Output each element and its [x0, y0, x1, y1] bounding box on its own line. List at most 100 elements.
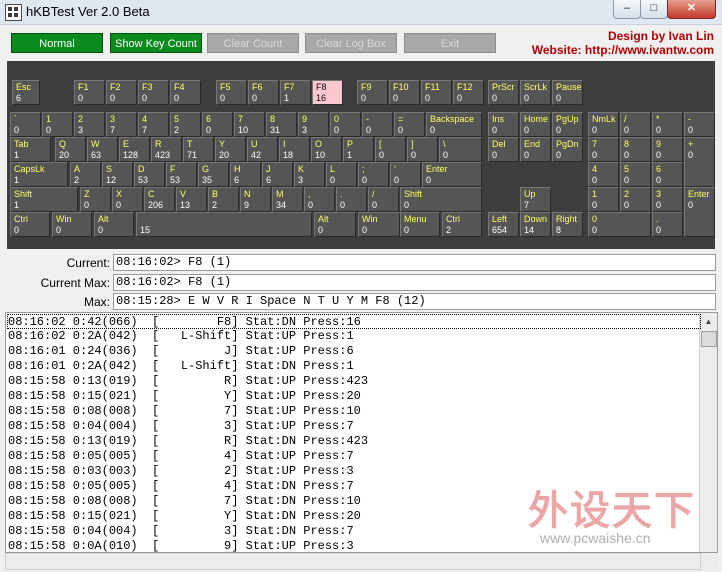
key-label: 9	[302, 114, 308, 124]
key-count: 2	[446, 225, 452, 235]
key-count: 6	[266, 175, 272, 185]
key-label: 8	[624, 139, 630, 149]
key-9: 93	[298, 112, 329, 137]
log-row[interactable]: 08:15:58 0:15(021) [ Y] Stat:UP Press:20	[8, 389, 701, 404]
log-row[interactable]: 08:15:58 0:13(019) [ R] Stat:DN Press:42…	[8, 434, 701, 449]
key-count: 3	[298, 175, 304, 185]
key-count: 0	[556, 93, 562, 103]
key-count: 12	[106, 175, 117, 185]
key-count: 2	[174, 125, 180, 135]
key-count: 0	[362, 225, 368, 235]
clear-log-box-button[interactable]: Clear Log Box	[305, 33, 397, 53]
key-label: O	[315, 139, 323, 149]
key-label: Ins	[492, 114, 505, 124]
key-count: 0	[457, 93, 463, 103]
key-label: Down	[524, 214, 548, 224]
log-row[interactable]: 08:15:58 0:04(004) [ 3] Stat:UP Press:7	[8, 419, 701, 434]
key-count: 0	[624, 175, 630, 185]
key-count: 18	[283, 150, 294, 160]
key-label: [	[379, 139, 382, 149]
show-key-count-button[interactable]: Show Key Count	[110, 33, 202, 53]
key-count: 0	[404, 225, 410, 235]
close-button[interactable]: ✕	[667, 0, 716, 19]
key-label: 4	[142, 114, 148, 124]
normal-button[interactable]: Normal	[11, 33, 103, 53]
key-count: 0	[366, 125, 372, 135]
key-count: 0	[592, 225, 598, 235]
key-count: 0	[330, 175, 336, 185]
key-count: 423	[155, 150, 171, 160]
exit-button[interactable]: Exit	[404, 33, 496, 53]
key-label: F12	[457, 82, 473, 92]
key-count: 0	[656, 200, 662, 210]
key-count: 0	[84, 200, 90, 210]
key-label: R	[155, 139, 162, 149]
key-down: Down 14	[520, 212, 551, 237]
key-backspace: Backspace 0	[426, 112, 482, 137]
key-label: Left	[492, 214, 508, 224]
key-count: 0	[688, 125, 694, 135]
current-max-field: 08:16:02> F8 (1)	[113, 274, 716, 291]
minimize-button[interactable]: –	[613, 0, 641, 19]
key-label: 1	[46, 114, 52, 124]
key-1: 10	[588, 187, 619, 212]
key-label: 6	[206, 114, 212, 124]
log-row[interactable]: 08:16:02 0:2A(042) [ L-Shift] Stat:UP Pr…	[8, 329, 701, 344]
log-row[interactable]: 08:15:58 0:08(008) [ 7] Stat:UP Press:10	[8, 404, 701, 419]
key-sym16: ` 0	[10, 112, 41, 137]
key-label: Q	[59, 139, 67, 149]
key-label: D	[138, 164, 145, 174]
maximize-button[interactable]: □	[640, 0, 668, 19]
log-row[interactable]: 08:16:01 0:24(036) [ J] Stat:UP Press:6	[8, 344, 701, 359]
key-f2: F2 0	[106, 80, 137, 105]
max-field: 08:15:28> E W V R I Space N T U Y M F8 (…	[113, 293, 716, 310]
log-row[interactable]: 08:15:58 0:03(003) [ 2] Stat:UP Press:3	[8, 464, 701, 479]
key-count: 0	[372, 200, 378, 210]
key-count: 1	[14, 175, 20, 185]
key-count: 20	[219, 150, 230, 160]
key-label: 7	[238, 114, 244, 124]
log-row[interactable]: 08:16:02 0:42(066) [ F8] Stat:DN Press:1…	[7, 314, 701, 329]
key-shift: Shift 1	[10, 187, 78, 212]
clear-count-button[interactable]: Clear Count	[207, 33, 299, 53]
key-count: 10	[238, 125, 249, 135]
key-label: 0	[592, 214, 598, 224]
title-bar: hKBTest Ver 2.0 Beta – □ ✕	[0, 0, 722, 25]
key-f10: F10 0	[389, 80, 420, 105]
log-row[interactable]: 08:15:58 0:13(019) [ R] Stat:UP Press:42…	[8, 374, 701, 389]
key-y: Y 20	[215, 137, 246, 162]
key-count: 0	[116, 200, 122, 210]
key-count: 35	[202, 175, 213, 185]
key-label: Alt	[98, 214, 109, 224]
log-horizontal-scrollbar[interactable]	[5, 553, 701, 570]
key-label: C	[148, 189, 155, 199]
key-count: 13	[180, 200, 191, 210]
key-count: 0	[425, 93, 431, 103]
key-label: V	[180, 189, 187, 199]
key-count: 0	[78, 93, 84, 103]
scroll-up-icon[interactable]: ▲	[701, 314, 716, 329]
scroll-thumb[interactable]	[701, 331, 717, 347]
log-row[interactable]: 08:15:58 0:05(005) [ 4] Stat:UP Press:7	[8, 449, 701, 464]
key-5: 50	[620, 162, 651, 187]
key-label: G	[202, 164, 210, 174]
key-label: 1	[592, 189, 598, 199]
key-count: 53	[170, 175, 181, 185]
key-label: ,	[308, 189, 311, 199]
key-6: 60	[202, 112, 233, 137]
key-count: 1	[14, 150, 20, 160]
log-row[interactable]: 08:16:01 0:2A(042) [ L-Shift] Stat:DN Pr…	[8, 359, 701, 374]
key-label: -	[366, 114, 369, 124]
key-label: .	[656, 214, 659, 224]
key-scrlk: ScrLk 0	[520, 80, 551, 105]
key-count: 0	[688, 150, 694, 160]
key-label: *	[656, 114, 660, 124]
key-h: H6	[230, 162, 261, 187]
key-pgup: PgUp 0	[552, 112, 583, 137]
key-label: Right	[556, 214, 578, 224]
key-ctrl: Ctrl 0	[10, 212, 50, 237]
key-win: Win 0	[52, 212, 92, 237]
key-label: A	[74, 164, 81, 174]
key-sym27: -0	[362, 112, 393, 137]
key-label: F3	[142, 82, 153, 92]
